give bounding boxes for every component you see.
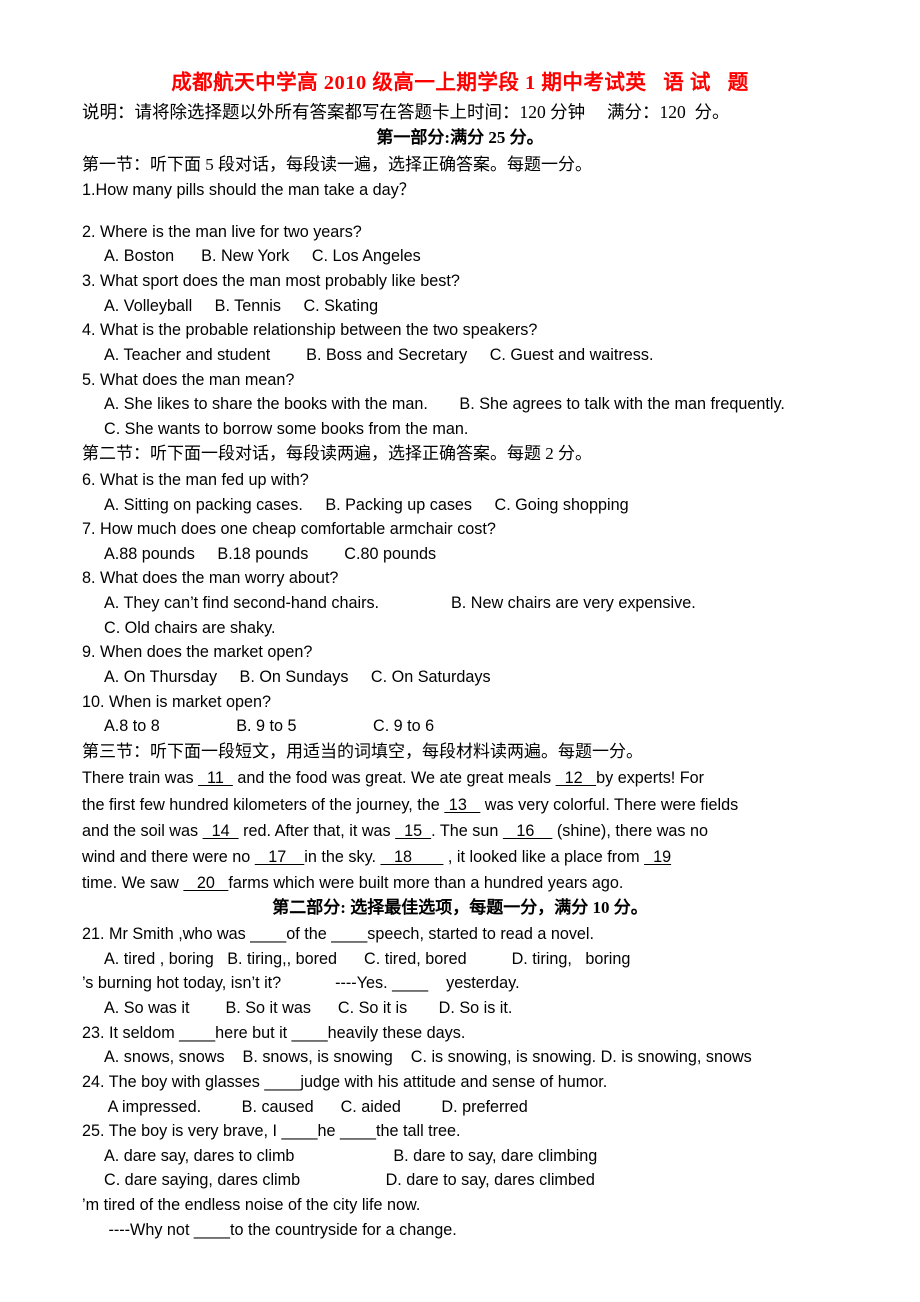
cloze-blank-20[interactable]: 20 <box>183 874 228 892</box>
listening-options-7: A.88 pounds B.18 pounds C.80 pounds <box>104 544 437 563</box>
cloze-text: and the food was great. We ate great mea… <box>232 769 556 788</box>
mc-options-24: A impressed. B. caused C. aided D. prefe… <box>104 1097 528 1116</box>
mc-question-23: 23. It seldom ____here but it ____heavil… <box>82 1023 466 1042</box>
mc-question-26: ’m tired of the endless noise of the cit… <box>82 1196 421 1214</box>
part2-heading: 第二部分: 选择最佳选项，每题一分，满分 10 分。 <box>272 898 648 918</box>
listening-question-1: 1.How many pills should the man take a d… <box>82 181 415 200</box>
mc-options-25a: A. dare say, dares to climb B. dare to s… <box>104 1146 598 1165</box>
mc-options-22: A. So was it B. So it was C. So it is D.… <box>104 999 513 1017</box>
mc-options-26: ----Why not ____to the countryside for a… <box>104 1220 457 1239</box>
listening-question-8: 8. What does the man worry about? <box>82 569 339 588</box>
mc-question-24: 24. The boy with glasses ____judge with … <box>82 1072 608 1091</box>
exam-paper-page: 成都航天中学高 2010 级高一上期学段 1 期中考试英 语 试 题 说明：请将… <box>0 0 920 1302</box>
cloze-text: was very colorful. There were fields <box>480 795 739 814</box>
mc-options-25b: C. dare saying, dares climb D. dare to s… <box>104 1171 595 1190</box>
cloze-text: There train was <box>82 769 199 788</box>
listening-question-4: 4. What is the probable relationship bet… <box>82 321 538 340</box>
listening-question-6: 6. What is the man fed up with? <box>82 470 309 489</box>
section1-note: 第一节：听下面 5 段对话，每段读一遍，选择正确答案。每题一分。 <box>82 154 592 174</box>
listening-question-9: 9. When does the market open? <box>82 643 313 662</box>
part1-heading: 第一部分:满分 25 分。 <box>376 128 544 148</box>
listening-question-5: 5. What does the man mean? <box>82 370 295 389</box>
listening-options-5a: A. She likes to share the books with the… <box>104 395 785 414</box>
cloze-text: the first few hundred kilometers of the … <box>82 795 445 814</box>
listening-options-4: A. Teacher and student B. Boss and Secre… <box>104 345 654 364</box>
cloze-blank-19[interactable]: 19 <box>644 848 671 866</box>
cloze-blank-15[interactable]: 15 <box>395 822 431 840</box>
listening-question-10: 10. When is market open? <box>82 692 271 711</box>
listening-options-3: A. Volleyball B. Tennis C. Skating <box>104 296 379 315</box>
mc-question-25: 25. The boy is very brave, I ____he ____… <box>82 1122 461 1141</box>
listening-question-3: 3. What sport does the man most probably… <box>82 272 460 291</box>
listening-question-2: 2. Where is the man live for two years? <box>82 222 362 241</box>
cloze-line-1: There train was 11 and the food was grea… <box>82 765 838 791</box>
cloze-blank-18[interactable]: 18 <box>380 848 443 866</box>
cloze-blank-16[interactable]: 16 <box>503 822 553 840</box>
cloze-text: and the soil was <box>82 821 203 840</box>
cloze-line-4: wind and there were no 17 in the sky. 18… <box>82 844 838 870</box>
cloze-text: by experts! For <box>596 769 705 788</box>
cloze-blank-14[interactable]: 14 <box>203 822 239 840</box>
cloze-line-5: time. We saw 20 farms which were built m… <box>82 870 838 896</box>
mc-options-21: A. tired , boring B. tiring,, bored C. t… <box>104 949 631 968</box>
cloze-blank-11[interactable]: 11 <box>198 769 233 787</box>
listening-options-2: A. Boston B. New York C. Los Angeles <box>104 247 421 266</box>
mc-options-23: A. snows, snows B. snows, is snowing C. … <box>104 1048 752 1067</box>
listening-options-8a: A. They can’t find second-hand chairs. B… <box>104 594 696 613</box>
cloze-text: red. After that, it was <box>238 821 396 840</box>
section2-note: 第二节：听下面一段对话，每段读两遍，选择正确答案。每题 2 分。 <box>82 444 592 464</box>
listening-options-6: A. Sitting on packing cases. B. Packing … <box>104 495 629 514</box>
cloze-text: farms which were built more than a hundr… <box>228 874 624 893</box>
listening-options-5b: C. She wants to borrow some books from t… <box>104 419 469 438</box>
cloze-blank-17[interactable]: 17 <box>255 848 305 866</box>
cloze-text: wind and there were no <box>82 848 255 867</box>
cloze-line-3: and the soil was 14 red. After that, it … <box>82 818 838 844</box>
cloze-line-2: the first few hundred kilometers of the … <box>82 792 838 818</box>
exam-instruction: 说明：请将除选择题以外所有答案都写在答题卡上时间：120 分钟 满分：120 分… <box>82 101 730 122</box>
section3-note: 第三节：听下面一段短文，用适当的词填空，每段材料读两遍。每题一分。 <box>82 741 643 761</box>
cloze-text: in the sky. <box>304 848 381 867</box>
listening-question-7: 7. How much does one cheap comfortable a… <box>82 520 496 539</box>
cloze-text: , it looked like a place from <box>443 848 645 867</box>
cloze-text: (shine), there was no <box>552 821 708 840</box>
mc-question-21: 21. Mr Smith ,who was ____of the ____spe… <box>82 925 595 944</box>
cloze-blank-13[interactable]: 13 <box>444 796 480 814</box>
cloze-text: time. We saw <box>82 874 184 893</box>
listening-options-8b: C. Old chairs are shaky. <box>104 618 276 637</box>
blank-answer-space-1 <box>82 203 838 220</box>
listening-options-10: A.8 to 8 B. 9 to 5 C. 9 to 6 <box>104 717 435 736</box>
page-title: 成都航天中学高 2010 级高一上期学段 1 期中考试英 语 试 题 <box>171 72 749 94</box>
mc-question-22: ’s burning hot today, isn’t it? ----Yes.… <box>82 974 520 993</box>
cloze-text: . The sun <box>431 821 503 840</box>
listening-options-9: A. On Thursday B. On Sundays C. On Satur… <box>104 667 491 686</box>
cloze-blank-12[interactable]: 12 <box>556 769 597 787</box>
